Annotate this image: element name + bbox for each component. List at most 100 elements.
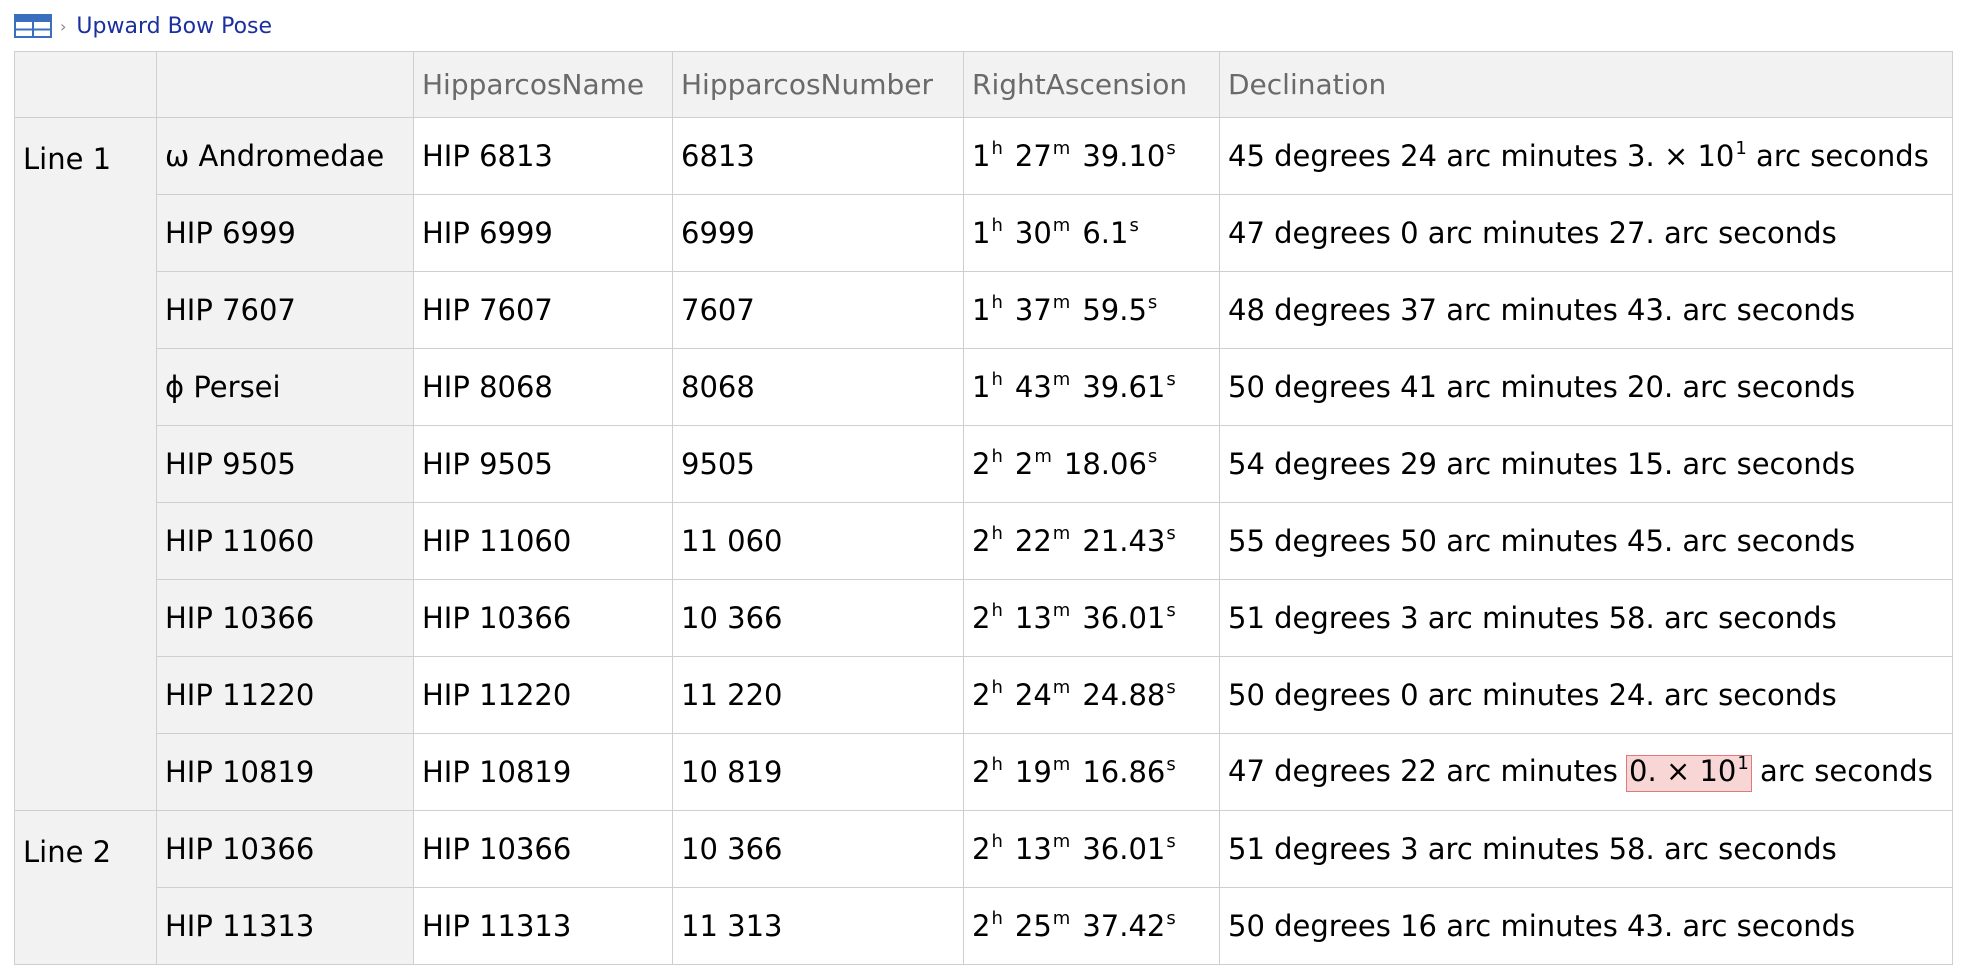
dec-arcseconds: 58. xyxy=(1608,601,1655,635)
dec-arcseconds: 20. xyxy=(1627,370,1674,404)
declination: 51 degrees 3 arc minutes 58. arc seconds xyxy=(1219,579,1953,657)
dec-arcseconds-unit: arc seconds xyxy=(1663,216,1837,250)
ra-hours: 1 xyxy=(972,370,991,404)
table-row: Line 1ω Andromedae HIP 6813 6813 1h 27m 39.10… xyxy=(14,117,1953,811)
star-name: HIP 11313 xyxy=(156,887,414,965)
dec-arcseconds-sci: 3. × 101 xyxy=(1627,138,1747,173)
declination: 48 degrees 37 arc minutes 43. arc second… xyxy=(1219,271,1953,349)
dec-arcminutes: 0 xyxy=(1400,216,1419,250)
star-name: HIP 11220 xyxy=(156,656,414,734)
dec-degrees: 55 xyxy=(1228,524,1265,558)
ra-hours: 1 xyxy=(972,293,991,327)
dec-arcminutes: 0 xyxy=(1400,678,1419,712)
ra-seconds-unit: s xyxy=(1129,215,1139,236)
declination: 50 degrees 16 arc minutes 43. arc second… xyxy=(1219,887,1953,965)
dec-arcminutes-unit: arc minutes xyxy=(1427,678,1600,712)
table-header-row: HipparcosName HipparcosNumber RightAscensi… xyxy=(14,51,1953,118)
dec-arcminutes-unit: arc minutes xyxy=(1446,139,1618,173)
star-name: HIP 10366 xyxy=(156,810,414,888)
hipparcos-name: HIP 6999 xyxy=(413,194,673,272)
dec-arcminutes: 50 xyxy=(1400,524,1437,558)
star-name: HIP 10819 xyxy=(156,733,414,811)
declination: 55 degrees 50 arc minutes 45. arc second… xyxy=(1219,502,1953,580)
ra-seconds-unit: s xyxy=(1166,600,1176,621)
hipparcos-name: HIP 11313 xyxy=(413,887,673,965)
power-base: 10 xyxy=(1699,753,1737,788)
table-row: HIP 11060 HIP 11060 11 060 2h 22m 21.43s 55 de… xyxy=(15,502,1953,580)
ra-seconds: 24.88 xyxy=(1082,678,1166,712)
dec-arcminutes: 3 xyxy=(1400,832,1419,866)
table-row: HIP 7607 HIP 7607 7607 1h 37m 59.5s 48 degrees… xyxy=(15,271,1953,349)
dec-arcseconds: 43. xyxy=(1627,293,1674,327)
ra-seconds-unit: s xyxy=(1166,908,1176,929)
dec-degrees: 47 xyxy=(1228,216,1265,250)
ra-hours: 1 xyxy=(972,139,991,173)
table-row: HIP 10366 HIP 10366 10 366 2h 13m 36.01s 51 de… xyxy=(15,579,1953,657)
ra-seconds: 39.10 xyxy=(1082,139,1166,173)
ra-hours: 2 xyxy=(972,832,991,866)
table-icon[interactable] xyxy=(14,14,52,38)
ra-seconds: 21.43 xyxy=(1082,524,1166,558)
hipparcos-number: 10 366 xyxy=(672,579,964,657)
breadcrumb-link[interactable]: Upward Bow Pose xyxy=(76,14,272,39)
dec-arcseconds-unit: arc seconds xyxy=(1756,139,1929,173)
dec-arcminutes-unit: arc minutes xyxy=(1446,524,1618,558)
dec-degrees-unit: degrees xyxy=(1274,524,1391,558)
right-ascension: 2h 24m 24.88s xyxy=(963,656,1220,734)
hipparcos-number: 10 819 xyxy=(672,733,964,811)
dec-arcseconds: 24. xyxy=(1608,678,1655,712)
ra-seconds-unit: s xyxy=(1166,369,1176,390)
ra-hours-unit: h xyxy=(991,523,1003,544)
hipparcos-number: 9505 xyxy=(672,425,964,503)
ra-minutes: 13 xyxy=(1014,832,1052,866)
dec-arcminutes-unit: arc minutes xyxy=(1446,909,1618,943)
hipparcos-name: HIP 10819 xyxy=(413,733,673,811)
column-header xyxy=(156,51,414,118)
dec-arcminutes: 29 xyxy=(1400,447,1437,481)
times-symbol: × xyxy=(1665,753,1691,788)
ra-seconds: 39.61 xyxy=(1082,370,1166,404)
ra-minutes: 13 xyxy=(1014,601,1052,635)
dec-arcminutes-unit: arc minutes xyxy=(1446,293,1618,327)
ra-minutes: 19 xyxy=(1014,755,1052,789)
ra-hours-unit: h xyxy=(991,369,1003,390)
right-ascension: 2h 19m 16.86s xyxy=(963,733,1220,811)
ra-hours: 2 xyxy=(972,678,991,712)
ra-seconds-unit: s xyxy=(1166,677,1176,698)
times-symbol: × xyxy=(1663,139,1689,173)
hipparcos-number: 11 060 xyxy=(672,502,964,580)
star-name: HIP 7607 xyxy=(156,271,414,349)
ra-minutes: 25 xyxy=(1014,909,1052,943)
ra-minutes-unit: m xyxy=(1052,138,1071,159)
breadcrumb-separator: › xyxy=(60,16,67,36)
hipparcos-number: 11 220 xyxy=(672,656,964,734)
ra-hours: 2 xyxy=(972,909,991,943)
ra-seconds: 6.1 xyxy=(1082,216,1129,250)
ra-seconds-unit: s xyxy=(1166,831,1176,852)
dec-degrees-unit: degrees xyxy=(1274,216,1391,250)
ra-minutes: 2 xyxy=(1014,447,1034,481)
power-exponent: 1 xyxy=(1735,138,1747,159)
hipparcos-name: HIP 10366 xyxy=(413,579,673,657)
ra-minutes-unit: m xyxy=(1052,523,1071,544)
dec-degrees: 50 xyxy=(1228,909,1265,943)
declination: 47 degrees 0 arc minutes 27. arc seconds xyxy=(1219,194,1953,272)
dec-degrees: 47 xyxy=(1228,753,1265,788)
ra-seconds: 37.42 xyxy=(1082,909,1166,943)
ra-minutes-unit: m xyxy=(1052,215,1071,236)
dec-arcseconds: 27. xyxy=(1608,216,1655,250)
ra-hours-unit: h xyxy=(991,292,1003,313)
ra-minutes-unit: m xyxy=(1052,369,1071,390)
hipparcos-name: HIP 11220 xyxy=(413,656,673,734)
star-name: HIP 6999 xyxy=(156,194,414,272)
hipparcos-name: HIP 9505 xyxy=(413,425,673,503)
ra-minutes-unit: m xyxy=(1052,831,1071,852)
power-base: 10 xyxy=(1697,139,1735,173)
hipparcos-number: 11 313 xyxy=(672,887,964,965)
dec-arcminutes-unit: arc minutes xyxy=(1427,832,1600,866)
right-ascension: 2h 13m 36.01s xyxy=(963,810,1220,888)
ra-seconds: 59.5 xyxy=(1082,293,1147,327)
dec-degrees-unit: degrees xyxy=(1274,753,1391,788)
ra-hours: 1 xyxy=(972,216,991,250)
dec-degrees-unit: degrees xyxy=(1274,909,1391,943)
